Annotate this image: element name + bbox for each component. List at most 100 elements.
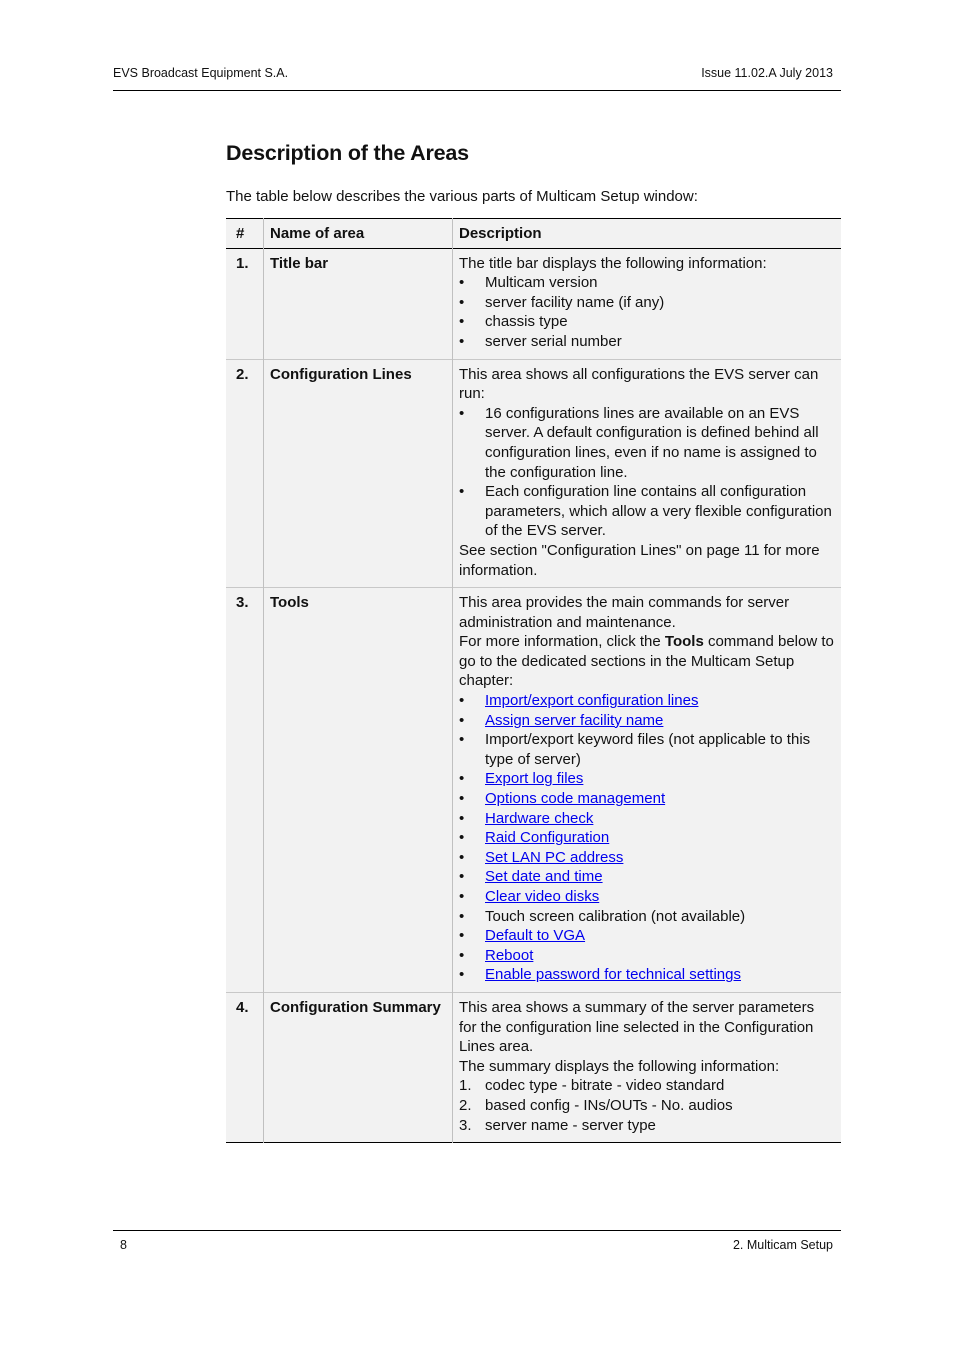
list-item: 1. codec type - bitrate - video standard	[459, 1076, 835, 1096]
row-number: 4.	[226, 992, 264, 1143]
bullet-icon: •	[459, 907, 465, 925]
bullet-icon: •	[459, 274, 465, 292]
table-row: 1. Title bar The title bar displays the …	[226, 248, 842, 360]
list-item: • Set date and time	[459, 867, 835, 887]
area-name: Configuration Lines	[263, 359, 453, 588]
bullet-icon: •	[459, 404, 465, 422]
list-item: • Multicam version	[459, 273, 835, 293]
tool-link[interactable]: Set date and time	[485, 868, 603, 885]
tool-link[interactable]: Assign server facility name	[485, 712, 663, 729]
footer-divider	[113, 1230, 841, 1231]
description-outro: See section "Configuration Lines" on pag…	[459, 541, 820, 579]
tool-link[interactable]: Raid Configuration	[485, 829, 609, 846]
area-description: This area shows all configurations the E…	[453, 359, 842, 588]
area-description: This area shows a summary of the server …	[453, 992, 842, 1142]
description-intro: This area shows a summary of the server …	[459, 998, 815, 1056]
list-item: • Set LAN PC address	[459, 848, 835, 868]
area-description: This area provides the main commands for…	[453, 588, 842, 993]
list-item: • Options code management	[459, 789, 835, 809]
tools-list: • Import/export configuration lines • Assig…	[459, 691, 835, 985]
list-item: • Clear video disks	[459, 887, 835, 907]
col-header-number: #	[226, 218, 264, 249]
list-item-text: server facility name (if any)	[485, 293, 665, 311]
bullet-icon: •	[459, 946, 465, 964]
col-header-name: Name of area	[263, 218, 453, 249]
tool-link[interactable]: Hardware check	[485, 810, 593, 827]
bullet-icon: •	[459, 966, 465, 984]
issue-date: Issue 11.02.A July 2013	[701, 66, 833, 80]
list-item-text: 16 configurations lines are available on…	[485, 404, 819, 481]
list-item-text: server serial number	[485, 332, 622, 350]
page-footer: 8 2. Multicam Setup	[120, 1238, 833, 1252]
tool-link[interactable]: Export log files	[485, 770, 583, 787]
list-number: 1.	[459, 1077, 472, 1095]
page-number: 8	[120, 1238, 127, 1252]
intro-text: The table below describes the various pa…	[226, 188, 698, 205]
bullet-icon: •	[459, 731, 465, 749]
row-number: 1.	[226, 248, 264, 360]
list-item: • Raid Configuration	[459, 828, 835, 848]
bullet-list: • 16 configurations lines are available o…	[459, 404, 835, 541]
bullet-icon: •	[459, 483, 465, 501]
description-intro: The title bar displays the following inf…	[459, 254, 767, 272]
company-name: EVS Broadcast Equipment S.A.	[113, 66, 289, 80]
bullet-icon: •	[459, 293, 465, 311]
list-item-text: Touch screen calibration (not available)	[485, 907, 746, 925]
bullet-icon: •	[459, 868, 465, 886]
list-item-text: Import/export keyword files (not applica…	[485, 731, 811, 768]
col-header-description: Description	[459, 225, 542, 242]
bullet-icon: •	[459, 332, 465, 350]
row-number: 3.	[226, 587, 264, 993]
list-item: • Assign server facility name	[459, 711, 835, 731]
bullet-icon: •	[459, 927, 465, 945]
description-intro-2: The summary displays the following infor…	[459, 1057, 780, 1075]
tool-link[interactable]: Default to VGA	[485, 927, 585, 944]
numbered-list: 1. codec type - bitrate - video standard …	[459, 1076, 835, 1135]
list-item: • Export log files	[459, 769, 835, 789]
bullet-icon: •	[459, 692, 465, 710]
list-item: • server facility name (if any)	[459, 293, 835, 313]
list-item: • Reboot	[459, 946, 835, 966]
list-item: • Import/export keyword files (not applic…	[459, 730, 835, 769]
bullet-icon: •	[459, 711, 465, 729]
list-item: • 16 configurations lines are available o…	[459, 404, 835, 482]
area-name: Tools	[263, 587, 453, 993]
table-row: 3. Tools This area provides the main com…	[226, 587, 842, 993]
tool-link[interactable]: Set LAN PC address	[485, 849, 623, 866]
bullet-icon: •	[459, 770, 465, 788]
tool-link[interactable]: Import/export configuration lines	[485, 692, 698, 709]
table-row: 2. Configuration Lines This area shows a…	[226, 359, 841, 588]
bullet-list: • Multicam version • server facility name …	[459, 273, 835, 351]
list-item-text: chassis type	[485, 313, 568, 331]
tool-link[interactable]: Reboot	[485, 947, 533, 964]
list-item: 2. based config - INs/OUTs - No. audios	[459, 1096, 835, 1116]
bullet-icon: •	[459, 848, 465, 866]
list-item: • Hardware check	[459, 809, 835, 829]
tool-link[interactable]: Options code management	[485, 790, 665, 807]
tool-link[interactable]: Clear video disks	[485, 888, 599, 905]
page-title: Description of the Areas	[226, 141, 469, 165]
list-item: • Enable password for technical settings	[459, 965, 835, 985]
bullet-icon: •	[459, 313, 465, 331]
list-item-text: codec type - bitrate - video standard	[485, 1077, 725, 1095]
area-name: Title bar	[263, 248, 453, 360]
table-row: 4. Configuration Summary This area shows…	[226, 992, 842, 1143]
list-item-text: Each configuration line contains all con…	[485, 483, 832, 540]
description-instruction: For more information, click the Tools co…	[459, 633, 834, 690]
list-item: • chassis type	[459, 312, 835, 332]
list-item: 3. server name - server type	[459, 1116, 835, 1136]
list-item-text: based config - INs/OUTs - No. audios	[485, 1096, 733, 1114]
areas-table: # Name of area Description 1. Title bar …	[226, 218, 842, 1144]
list-item: • Import/export configuration lines	[459, 691, 835, 711]
row-number: 2.	[226, 359, 264, 588]
list-number: 2.	[459, 1096, 472, 1114]
table-header-row: # Name of area Description	[226, 218, 841, 249]
area-name: Configuration Summary	[263, 992, 453, 1143]
description-intro: This area shows all configurations the E…	[459, 365, 819, 403]
tool-link[interactable]: Enable password for technical settings	[485, 966, 741, 983]
header-divider	[113, 90, 841, 91]
list-item: • server serial number	[459, 332, 835, 352]
page-header: EVS Broadcast Equipment S.A. Issue 11.02…	[113, 66, 841, 80]
chapter-name: 2. Multicam Setup	[732, 1238, 833, 1252]
area-description: The title bar displays the following inf…	[453, 248, 842, 359]
